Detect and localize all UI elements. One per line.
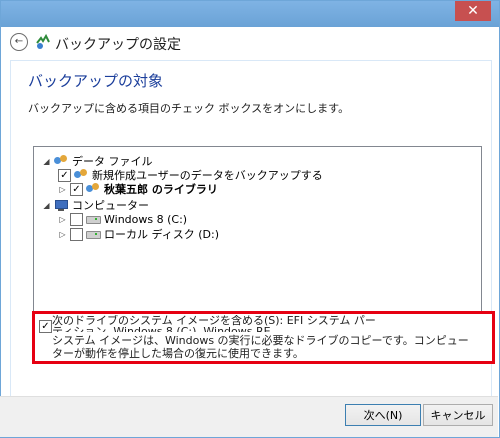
users-icon — [86, 183, 100, 195]
expand-arrow-icon[interactable]: ▷ — [58, 230, 67, 239]
collapse-arrow-icon[interactable]: ◢ — [42, 201, 51, 210]
navigation-bar: ← バックアップの設定 — [1, 27, 499, 59]
back-button[interactable]: ← — [10, 33, 28, 51]
disk-icon — [86, 213, 101, 225]
tree-label: Windows 8 (C:) — [104, 212, 188, 226]
tree-label: 秋葉五郎 のライブラリ — [104, 183, 218, 196]
back-arrow-icon: ← — [14, 36, 24, 47]
tree-item-drive-c[interactable]: ▷ Windows 8 (C:) — [58, 211, 187, 227]
users-icon — [54, 155, 68, 167]
cancel-button[interactable]: キャンセル — [423, 404, 493, 426]
tree-item-drive-d[interactable]: ▷ ローカル ディスク (D:) — [58, 226, 219, 242]
expand-arrow-icon[interactable]: ▷ — [58, 215, 67, 224]
new-users-checkbox[interactable]: ✓ — [58, 168, 71, 182]
close-icon: ✕ — [467, 3, 479, 19]
page-title: バックアップの対象 — [28, 72, 164, 90]
tree-label: ローカル ディスク (D:) — [104, 228, 219, 241]
system-image-description: システム イメージは、Windows の実行に必要なドライブのコピーです。コンピ… — [52, 334, 469, 360]
backup-icon — [36, 33, 50, 49]
page-description: バックアップに含める項目のチェック ボックスをオンにします。 — [28, 102, 350, 115]
collapse-arrow-icon[interactable]: ◢ — [42, 157, 51, 166]
library-checkbox[interactable]: ✓ — [70, 182, 83, 196]
computer-icon — [54, 199, 68, 211]
tree-item-library[interactable]: ▷ ✓ 秋葉五郎 のライブラリ — [58, 181, 218, 197]
backup-items-tree: ◢ データ ファイル ✓ 新規作成ユーザーのデータをバックアップする ▷ ✓ 秋… — [33, 146, 482, 316]
expand-arrow-icon[interactable]: ▷ — [58, 185, 67, 194]
system-image-label[interactable]: 次のドライブのシステム イメージを含める(S): EFI システム パーティショ… — [52, 315, 382, 332]
window-title: バックアップの設定 — [55, 37, 181, 53]
drive-d-checkbox[interactable] — [70, 227, 83, 241]
users-icon — [74, 169, 88, 181]
title-bar: ✕ — [1, 1, 499, 27]
disk-icon — [86, 228, 101, 240]
next-button[interactable]: 次へ(N) — [345, 404, 421, 426]
system-image-checkbox[interactable]: ✓ — [39, 320, 52, 333]
close-button[interactable]: ✕ — [455, 1, 491, 21]
drive-c-checkbox[interactable] — [70, 212, 83, 226]
